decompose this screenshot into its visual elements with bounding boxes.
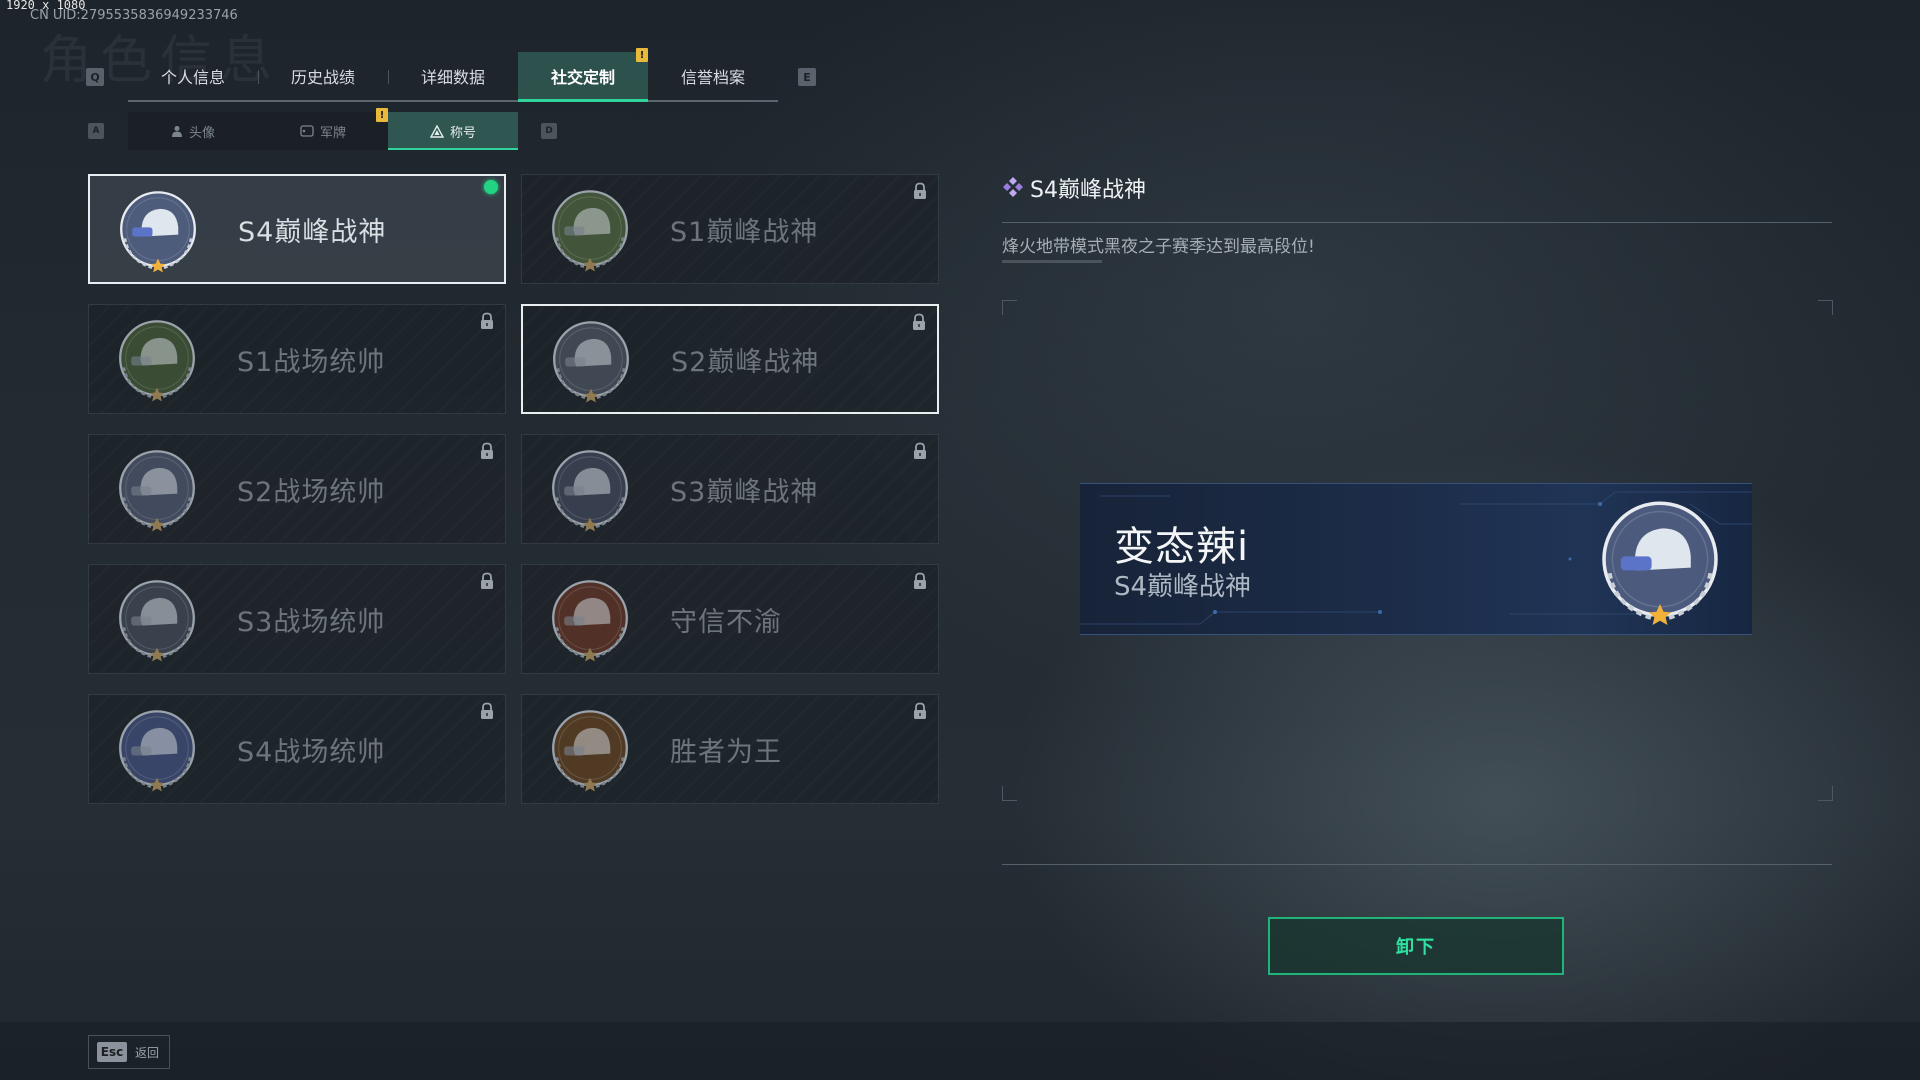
lock-icon: [912, 442, 928, 460]
esc-key: Esc: [97, 1042, 127, 1062]
title-card[interactable]: 胜者为王: [521, 694, 939, 804]
person-icon: [171, 126, 182, 137]
title-label: 胜者为王: [670, 736, 782, 768]
player-name: 变态辣i: [1114, 524, 1250, 570]
equipped-indicator: [484, 180, 498, 194]
tab-history[interactable]: 历史战绩: [258, 52, 388, 100]
next-tab-key[interactable]: E: [798, 68, 816, 86]
diamond-icon: [1003, 177, 1023, 197]
title-label: S2巅峰战神: [671, 346, 820, 378]
tab-label: 历史战绩: [290, 68, 355, 87]
armored-vehicle-emblem: [111, 574, 203, 666]
title-label: S2战场统帅: [237, 476, 386, 508]
frame-corner: [1818, 786, 1833, 801]
title-label: S3巅峰战神: [670, 476, 819, 508]
medal-emblem: [544, 704, 636, 796]
triangle-icon: [429, 124, 444, 138]
lock-icon: [479, 312, 495, 330]
title-preview-banner: 变态辣i S4巅峰战神: [1080, 483, 1752, 635]
title-label: S4巅峰战神: [238, 216, 387, 248]
missile-emblem: [111, 704, 203, 796]
divider: [1002, 222, 1832, 223]
tab-reputation[interactable]: 信誉档案: [648, 52, 778, 100]
title-label: S1战场统帅: [237, 346, 386, 378]
sub-tabs: 头像 军牌 ! 称号: [128, 108, 518, 150]
title-card[interactable]: S3巅峰战神: [521, 434, 939, 544]
title-label: 守信不渝: [670, 606, 782, 638]
tab-label: 个人信息: [160, 68, 225, 87]
detail-title: S4巅峰战神: [1030, 178, 1146, 203]
tab-social-custom[interactable]: 社交定制 !: [518, 48, 648, 102]
frame-corner: [1002, 300, 1017, 315]
title-card[interactable]: 守信不渝: [521, 564, 939, 674]
title-card[interactable]: S4巅峰战神: [88, 174, 506, 284]
title-label: S3战场统帅: [237, 606, 386, 638]
lock-icon: [479, 572, 495, 590]
lock-icon: [912, 182, 928, 200]
preview-title: S4巅峰战神: [1114, 572, 1252, 602]
scales-emblem: [544, 574, 636, 666]
tab-label: 社交定制: [550, 68, 615, 87]
tab-details[interactable]: 详细数据: [388, 52, 518, 100]
frame-corner: [1002, 786, 1017, 801]
main-tabs: 个人信息 历史战绩 详细数据 社交定制 ! 信誉档案: [128, 48, 778, 102]
detail-description: 烽火地带模式黑夜之子赛季达到最高段位!: [1002, 237, 1315, 257]
lock-icon: [912, 702, 928, 720]
decorative-bar: [1002, 260, 1102, 263]
tab-personal-info[interactable]: 个人信息: [128, 52, 258, 100]
subtab-avatar[interactable]: 头像: [128, 112, 258, 150]
eagle-globe-emblem: [544, 444, 636, 536]
title-card[interactable]: S2巅峰战神: [521, 304, 939, 414]
night-vision-helmet-emblem: [1590, 492, 1730, 632]
back-label: 返回: [135, 1045, 160, 1060]
title-card[interactable]: S1战场统帅: [88, 304, 506, 414]
subtab-dogtag[interactable]: 军牌 !: [258, 108, 388, 150]
tab-label: 信誉档案: [680, 68, 745, 87]
dogtag-icon: [300, 125, 314, 137]
unequip-button[interactable]: 卸下: [1268, 917, 1564, 975]
title-card[interactable]: S2战场统帅: [88, 434, 506, 544]
subtab-label: 称号: [449, 125, 476, 141]
subtab-title[interactable]: 称号: [388, 112, 518, 150]
triangle-gear-emblem: [545, 315, 637, 407]
title-card[interactable]: S3战场统帅: [88, 564, 506, 674]
night-vision-helmet-emblem: [112, 185, 204, 277]
title-label: S1巅峰战神: [670, 216, 819, 248]
tank-emblem: [111, 314, 203, 406]
tab-label: 详细数据: [420, 68, 485, 87]
lock-icon: [912, 572, 928, 590]
subtab-label: 头像: [188, 125, 215, 141]
prev-tab-key[interactable]: Q: [86, 68, 104, 86]
back-button[interactable]: Esc 返回: [88, 1035, 170, 1069]
lock-icon: [479, 442, 495, 460]
title-card[interactable]: S4战场统帅: [88, 694, 506, 804]
new-badge: !: [376, 108, 388, 122]
next-subtab-key[interactable]: D: [541, 123, 557, 139]
subtab-label: 军牌: [319, 125, 346, 141]
new-badge: !: [636, 48, 648, 62]
title-card[interactable]: S1巅峰战神: [521, 174, 939, 284]
frame-corner: [1818, 300, 1833, 315]
helicopter-emblem: [111, 444, 203, 536]
title-label: S4战场统帅: [237, 736, 386, 768]
lock-icon: [479, 702, 495, 720]
lock-icon: [911, 313, 927, 331]
footer-bar: [0, 1022, 1920, 1080]
prev-subtab-key[interactable]: A: [88, 123, 104, 139]
divider: [1002, 864, 1832, 865]
crocodile-emblem: [544, 184, 636, 276]
